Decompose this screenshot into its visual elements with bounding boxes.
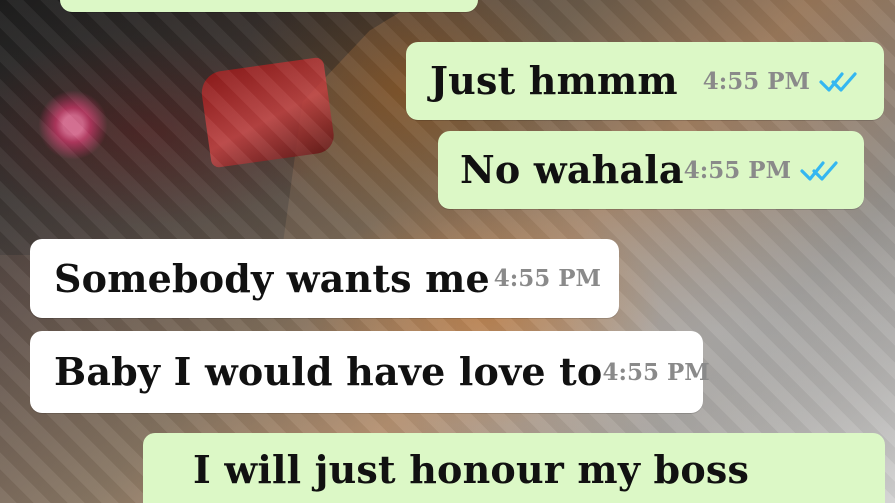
message-meta: 4:55 PM	[684, 158, 841, 182]
background-taillight	[198, 56, 337, 169]
message-text: Somebody wants me	[54, 255, 490, 301]
double-check-icon	[799, 158, 841, 182]
message-time: 4:55 PM	[683, 156, 792, 184]
message-meta: 4:55 PM	[703, 69, 860, 93]
chat-message-bubble[interactable]: Baby I would have love to 4:55 PM	[30, 331, 710, 413]
chat-message-bubble[interactable]: Somebody wants me 4:55 PM	[30, 239, 619, 318]
chat-message-bubble[interactable]: I will just honour my boss	[143, 433, 885, 503]
message-time: 4:55 PM	[602, 358, 710, 386]
message-time: 4:55 PM	[702, 67, 810, 95]
chat-message-bubble[interactable]: Just hmmm 4:55 PM	[406, 42, 884, 120]
background-car	[0, 0, 420, 255]
message-time: 4:55 PM	[493, 265, 601, 292]
message-text: Baby I would have love to	[54, 349, 603, 394]
message-text: Just hmmm	[430, 58, 678, 103]
message-meta: 4:55 PM	[494, 267, 601, 290]
background-flower	[38, 90, 108, 160]
chat-message-bubble[interactable]	[60, 0, 478, 12]
message-meta: 4:55 PM	[602, 361, 709, 384]
chat-screen: Just hmmm 4:55 PM No wahala 4:55 PM Some…	[0, 0, 895, 503]
message-text: I will just honour my boss	[193, 447, 750, 492]
chat-message-bubble[interactable]: No wahala 4:55 PM	[438, 131, 864, 209]
message-text: No wahala	[460, 147, 684, 192]
double-check-icon	[818, 69, 860, 93]
